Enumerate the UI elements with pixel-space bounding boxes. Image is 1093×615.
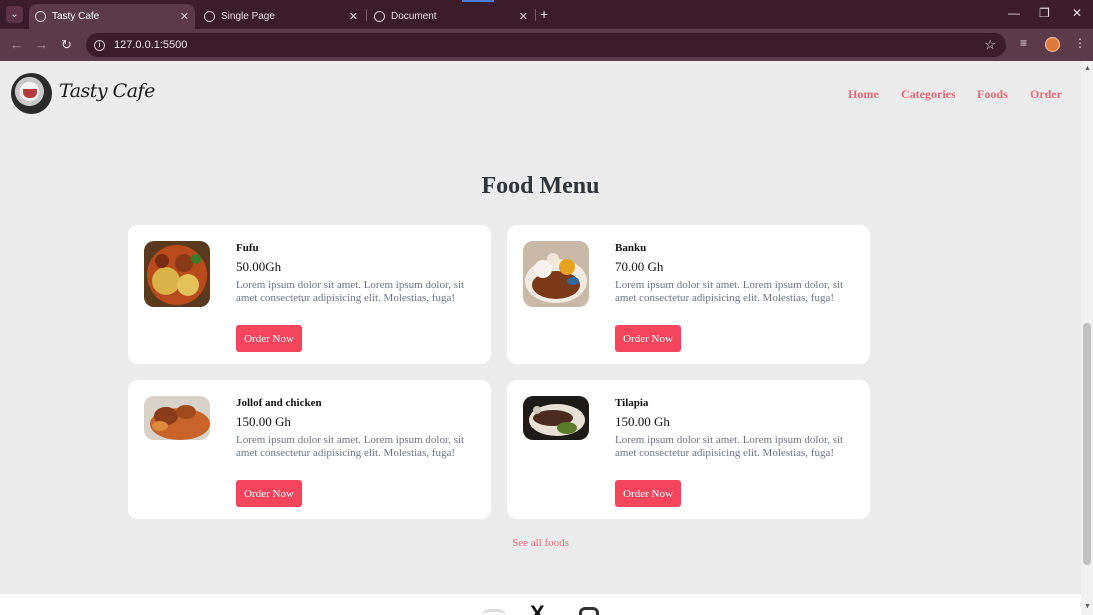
food-name: Tilapia xyxy=(615,397,649,409)
order-now-button[interactable]: Order Now xyxy=(236,480,302,507)
page-title: Food Menu xyxy=(481,173,600,199)
food-card-tilapia: Tilapia 150.00 Gh Lorem ipsum dolor sit … xyxy=(507,380,870,519)
page-scrollbar[interactable]: ▲ ▼ xyxy=(1081,61,1093,615)
food-description: Lorem ipsum dolor sit amet. Lorem ipsum … xyxy=(615,434,844,459)
nav-home[interactable]: Home xyxy=(848,87,879,102)
food-image-fufu xyxy=(144,241,210,307)
food-image-jollof xyxy=(144,396,210,440)
food-description: Lorem ipsum dolor sit amet. Lorem ipsum … xyxy=(236,279,465,304)
tab-divider xyxy=(535,9,536,21)
url-text: 127.0.0.1:5500 xyxy=(114,39,188,51)
footer: X xyxy=(0,594,1081,615)
food-name: Jollof and chicken xyxy=(236,397,322,409)
food-image-banku xyxy=(523,241,589,307)
tab-tasty-cafe[interactable]: Tasty Cafe ✕ xyxy=(29,4,195,29)
order-now-button[interactable]: Order Now xyxy=(236,325,302,352)
food-price: 150.00 Gh xyxy=(236,414,291,429)
scroll-up-icon[interactable]: ▲ xyxy=(1084,64,1091,72)
site-info-icon[interactable]: i xyxy=(94,39,105,51)
new-tab-icon[interactable]: + xyxy=(540,6,548,22)
globe-icon xyxy=(204,11,215,22)
close-icon[interactable]: ✕ xyxy=(349,10,358,23)
order-now-button[interactable]: Order Now xyxy=(615,480,681,507)
instagram-icon[interactable] xyxy=(579,607,599,615)
scroll-down-icon[interactable]: ▼ xyxy=(1084,602,1091,610)
social-icon[interactable] xyxy=(482,609,506,615)
browser-tab-bar: ⌄ Tasty Cafe ✕ Single Page ✕ Document ✕ … xyxy=(0,0,1093,29)
profile-avatar[interactable] xyxy=(1045,37,1060,52)
close-window-icon[interactable]: ✕ xyxy=(1072,6,1082,20)
see-all-foods-link[interactable]: See all foods xyxy=(0,537,1081,549)
food-price: 70.00 Gh xyxy=(615,259,664,274)
food-price: 50.00Gh xyxy=(236,259,282,274)
nav-foods[interactable]: Foods xyxy=(977,87,1008,102)
tab-document[interactable]: Document ✕ xyxy=(368,4,534,29)
media-control-icon[interactable]: ≡ xyxy=(1020,36,1027,50)
page-viewport: Tasty Cafe Home Categories Foods Order F… xyxy=(0,61,1081,615)
order-now-button[interactable]: Order Now xyxy=(615,325,681,352)
close-icon[interactable]: ✕ xyxy=(180,10,189,23)
restore-icon[interactable]: ❐ xyxy=(1039,6,1050,20)
tab-search-icon[interactable]: ⌄ xyxy=(6,6,23,23)
tab-title: Single Page xyxy=(221,11,275,22)
food-price: 150.00 Gh xyxy=(615,414,670,429)
forward-icon[interactable]: → xyxy=(35,37,48,52)
globe-icon xyxy=(374,11,385,22)
nav-categories[interactable]: Categories xyxy=(901,87,956,102)
x-icon[interactable]: X xyxy=(530,603,545,615)
address-bar[interactable]: i 127.0.0.1:5500 ☆ xyxy=(86,33,1006,57)
food-name: Banku xyxy=(615,242,647,254)
food-description: Lorem ipsum dolor sit amet. Lorem ipsum … xyxy=(236,434,465,459)
bookmark-star-icon[interactable]: ☆ xyxy=(984,37,996,53)
nav-order[interactable]: Order xyxy=(1030,87,1062,102)
tab-divider xyxy=(366,9,367,21)
reload-icon[interactable]: ↻ xyxy=(61,37,72,53)
back-icon[interactable]: ← xyxy=(10,37,23,52)
globe-icon xyxy=(35,11,46,22)
logo-text[interactable]: Tasty Cafe xyxy=(59,80,155,102)
close-icon[interactable]: ✕ xyxy=(519,10,528,23)
food-card-jollof: Jollof and chicken 150.00 Gh Lorem ipsum… xyxy=(128,380,491,519)
food-image-tilapia xyxy=(523,396,589,440)
tab-title: Document xyxy=(391,11,437,22)
browser-menu-icon[interactable]: ⋮ xyxy=(1074,36,1086,50)
tab-single-page[interactable]: Single Page ✕ xyxy=(198,4,364,29)
food-card-banku: Banku 70.00 Gh Lorem ipsum dolor sit ame… xyxy=(507,225,870,364)
logo-image[interactable] xyxy=(11,73,52,114)
food-description: Lorem ipsum dolor sit amet. Lorem ipsum … xyxy=(615,279,844,304)
tab-title: Tasty Cafe xyxy=(52,11,100,22)
food-name: Fufu xyxy=(236,242,259,254)
browser-toolbar: ← → ↻ i 127.0.0.1:5500 ☆ ≡ ⋮ xyxy=(0,29,1093,61)
minimize-icon[interactable]: — xyxy=(1008,6,1020,20)
tab-indicator xyxy=(462,0,494,2)
food-card-fufu: Fufu 50.00Gh Lorem ipsum dolor sit amet.… xyxy=(128,225,491,364)
scrollbar-thumb[interactable] xyxy=(1083,323,1091,565)
